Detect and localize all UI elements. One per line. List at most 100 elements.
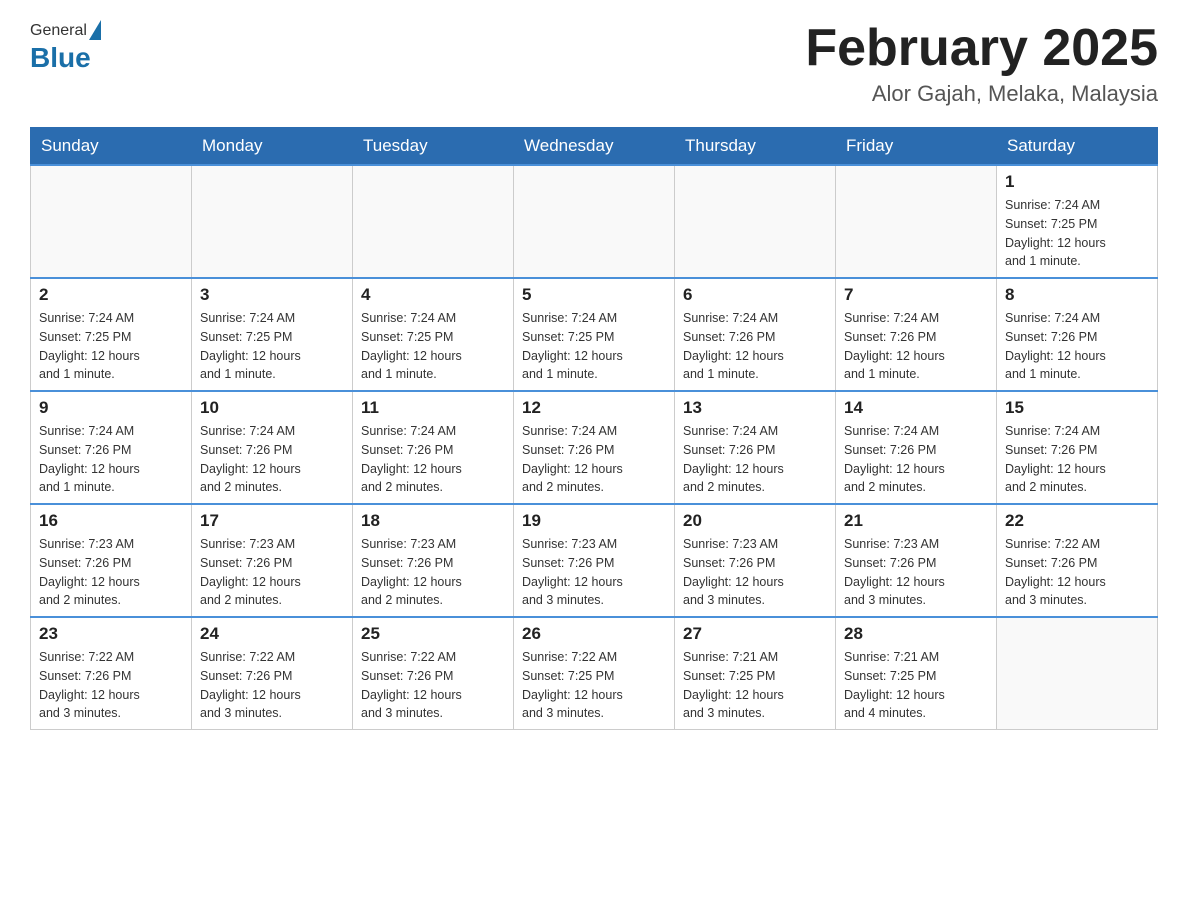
day-number: 24 xyxy=(200,624,344,644)
day-info: Sunrise: 7:24 AM Sunset: 7:25 PM Dayligh… xyxy=(39,309,183,384)
day-info: Sunrise: 7:22 AM Sunset: 7:25 PM Dayligh… xyxy=(522,648,666,723)
day-number: 26 xyxy=(522,624,666,644)
day-number: 22 xyxy=(1005,511,1149,531)
calendar-cell: 26 Sunrise: 7:22 AM Sunset: 7:25 PM Dayli… xyxy=(514,617,675,730)
logo-triangle-icon xyxy=(89,20,101,40)
page-header: General Blue February 2025 Alor Gajah, M… xyxy=(30,20,1158,107)
logo-blue-text: Blue xyxy=(30,42,101,74)
calendar-cell: 6Sunrise: 7:24 AM Sunset: 7:26 PM Daylig… xyxy=(675,278,836,391)
day-info: Sunrise: 7:22 AM Sunset: 7:26 PM Dayligh… xyxy=(1005,535,1149,610)
calendar-week-row: 9 Sunrise: 7:24 AM Sunset: 7:26 PM Daylig… xyxy=(31,391,1158,504)
day-number: 20 xyxy=(683,511,827,531)
day-info: Sunrise: 7:24 AM Sunset: 7:26 PM Dayligh… xyxy=(522,422,666,497)
calendar-cell: 17Sunrise: 7:23 AM Sunset: 7:26 PM Dayli… xyxy=(192,504,353,617)
day-info: Sunrise: 7:23 AM Sunset: 7:26 PM Dayligh… xyxy=(522,535,666,610)
calendar-cell xyxy=(31,165,192,278)
day-info: Sunrise: 7:24 AM Sunset: 7:26 PM Dayligh… xyxy=(361,422,505,497)
location-title: Alor Gajah, Melaka, Malaysia xyxy=(805,81,1158,107)
logo: General Blue xyxy=(30,20,101,74)
day-info: Sunrise: 7:24 AM Sunset: 7:25 PM Dayligh… xyxy=(200,309,344,384)
calendar-cell: 7 Sunrise: 7:24 AM Sunset: 7:26 PM Daylig… xyxy=(836,278,997,391)
calendar-cell: 20 Sunrise: 7:23 AM Sunset: 7:26 PM Dayli… xyxy=(675,504,836,617)
calendar-cell xyxy=(353,165,514,278)
day-number: 25 xyxy=(361,624,505,644)
calendar-table: SundayMondayTuesdayWednesdayThursdayFrid… xyxy=(30,127,1158,730)
day-info: Sunrise: 7:24 AM Sunset: 7:26 PM Dayligh… xyxy=(683,309,827,384)
calendar-cell: 22 Sunrise: 7:22 AM Sunset: 7:26 PM Dayli… xyxy=(997,504,1158,617)
day-of-week-header: Sunday xyxy=(31,128,192,166)
calendar-cell xyxy=(836,165,997,278)
day-info: Sunrise: 7:24 AM Sunset: 7:25 PM Dayligh… xyxy=(1005,196,1149,271)
day-number: 4 xyxy=(361,285,505,305)
day-info: Sunrise: 7:21 AM Sunset: 7:25 PM Dayligh… xyxy=(683,648,827,723)
calendar-week-row: 2 Sunrise: 7:24 AM Sunset: 7:25 PM Daylig… xyxy=(31,278,1158,391)
title-block: February 2025 Alor Gajah, Melaka, Malays… xyxy=(805,20,1158,107)
calendar-cell: 21 Sunrise: 7:23 AM Sunset: 7:26 PM Dayli… xyxy=(836,504,997,617)
day-number: 10 xyxy=(200,398,344,418)
calendar-cell: 9 Sunrise: 7:24 AM Sunset: 7:26 PM Daylig… xyxy=(31,391,192,504)
calendar-cell: 11 Sunrise: 7:24 AM Sunset: 7:26 PM Dayli… xyxy=(353,391,514,504)
day-info: Sunrise: 7:24 AM Sunset: 7:26 PM Dayligh… xyxy=(1005,309,1149,384)
day-number: 21 xyxy=(844,511,988,531)
day-info: Sunrise: 7:24 AM Sunset: 7:26 PM Dayligh… xyxy=(1005,422,1149,497)
calendar-cell: 28 Sunrise: 7:21 AM Sunset: 7:25 PM Dayli… xyxy=(836,617,997,730)
day-info: Sunrise: 7:23 AM Sunset: 7:26 PM Dayligh… xyxy=(844,535,988,610)
day-of-week-header: Monday xyxy=(192,128,353,166)
day-number: 12 xyxy=(522,398,666,418)
day-number: 3 xyxy=(200,285,344,305)
day-of-week-header: Wednesday xyxy=(514,128,675,166)
day-info: Sunrise: 7:24 AM Sunset: 7:26 PM Dayligh… xyxy=(844,422,988,497)
day-number: 28 xyxy=(844,624,988,644)
calendar-cell: 14 Sunrise: 7:24 AM Sunset: 7:26 PM Dayli… xyxy=(836,391,997,504)
day-info: Sunrise: 7:23 AM Sunset: 7:26 PM Dayligh… xyxy=(683,535,827,610)
day-of-week-header: Saturday xyxy=(997,128,1158,166)
calendar-week-row: 1 Sunrise: 7:24 AM Sunset: 7:25 PM Daylig… xyxy=(31,165,1158,278)
day-number: 27 xyxy=(683,624,827,644)
calendar-cell: 1 Sunrise: 7:24 AM Sunset: 7:25 PM Daylig… xyxy=(997,165,1158,278)
calendar-week-row: 23Sunrise: 7:22 AM Sunset: 7:26 PM Dayli… xyxy=(31,617,1158,730)
day-of-week-header: Friday xyxy=(836,128,997,166)
day-info: Sunrise: 7:24 AM Sunset: 7:26 PM Dayligh… xyxy=(844,309,988,384)
calendar-cell: 23Sunrise: 7:22 AM Sunset: 7:26 PM Dayli… xyxy=(31,617,192,730)
day-info: Sunrise: 7:23 AM Sunset: 7:26 PM Dayligh… xyxy=(200,535,344,610)
day-number: 14 xyxy=(844,398,988,418)
day-of-week-header: Tuesday xyxy=(353,128,514,166)
day-number: 7 xyxy=(844,285,988,305)
calendar-cell: 15 Sunrise: 7:24 AM Sunset: 7:26 PM Dayli… xyxy=(997,391,1158,504)
calendar-cell: 2 Sunrise: 7:24 AM Sunset: 7:25 PM Daylig… xyxy=(31,278,192,391)
day-number: 11 xyxy=(361,398,505,418)
day-number: 8 xyxy=(1005,285,1149,305)
calendar-header-row: SundayMondayTuesdayWednesdayThursdayFrid… xyxy=(31,128,1158,166)
calendar-cell: 5Sunrise: 7:24 AM Sunset: 7:25 PM Daylig… xyxy=(514,278,675,391)
day-number: 19 xyxy=(522,511,666,531)
day-number: 16 xyxy=(39,511,183,531)
day-info: Sunrise: 7:22 AM Sunset: 7:26 PM Dayligh… xyxy=(361,648,505,723)
calendar-cell xyxy=(514,165,675,278)
calendar-cell xyxy=(997,617,1158,730)
calendar-cell: 19 Sunrise: 7:23 AM Sunset: 7:26 PM Dayli… xyxy=(514,504,675,617)
logo-general-text: General xyxy=(30,22,87,40)
day-info: Sunrise: 7:22 AM Sunset: 7:26 PM Dayligh… xyxy=(200,648,344,723)
calendar-week-row: 16 Sunrise: 7:23 AM Sunset: 7:26 PM Dayli… xyxy=(31,504,1158,617)
calendar-cell: 25 Sunrise: 7:22 AM Sunset: 7:26 PM Dayli… xyxy=(353,617,514,730)
calendar-cell: 27 Sunrise: 7:21 AM Sunset: 7:25 PM Dayli… xyxy=(675,617,836,730)
calendar-cell xyxy=(192,165,353,278)
calendar-cell xyxy=(675,165,836,278)
day-info: Sunrise: 7:24 AM Sunset: 7:25 PM Dayligh… xyxy=(522,309,666,384)
day-number: 9 xyxy=(39,398,183,418)
calendar-cell: 24 Sunrise: 7:22 AM Sunset: 7:26 PM Dayli… xyxy=(192,617,353,730)
month-title: February 2025 xyxy=(805,20,1158,77)
day-info: Sunrise: 7:24 AM Sunset: 7:26 PM Dayligh… xyxy=(200,422,344,497)
day-info: Sunrise: 7:24 AM Sunset: 7:26 PM Dayligh… xyxy=(39,422,183,497)
day-number: 18 xyxy=(361,511,505,531)
calendar-cell: 8 Sunrise: 7:24 AM Sunset: 7:26 PM Daylig… xyxy=(997,278,1158,391)
day-number: 15 xyxy=(1005,398,1149,418)
day-info: Sunrise: 7:24 AM Sunset: 7:26 PM Dayligh… xyxy=(683,422,827,497)
calendar-cell: 10 Sunrise: 7:24 AM Sunset: 7:26 PM Dayli… xyxy=(192,391,353,504)
day-number: 1 xyxy=(1005,172,1149,192)
day-number: 13 xyxy=(683,398,827,418)
calendar-cell: 3 Sunrise: 7:24 AM Sunset: 7:25 PM Daylig… xyxy=(192,278,353,391)
day-number: 2 xyxy=(39,285,183,305)
day-info: Sunrise: 7:21 AM Sunset: 7:25 PM Dayligh… xyxy=(844,648,988,723)
calendar-cell: 13 Sunrise: 7:24 AM Sunset: 7:26 PM Dayli… xyxy=(675,391,836,504)
